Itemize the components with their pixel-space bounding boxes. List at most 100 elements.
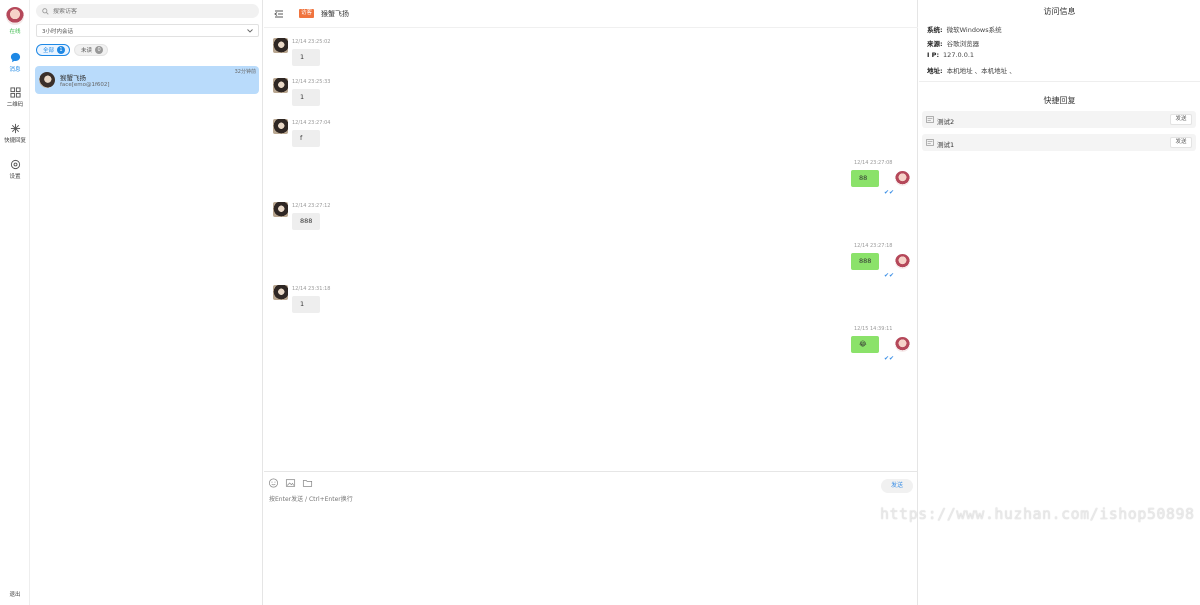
message-incoming: 12/14 23:25:02 1 — [264, 29, 918, 69]
nav-settings-label: 设置 — [9, 174, 21, 180]
session-filter-value: 3小时内会话 — [42, 28, 73, 35]
visitor-avatar — [273, 119, 288, 134]
quick-reply-send-button[interactable]: 发送 — [1170, 137, 1192, 148]
read-check-icon: ✔✔ — [884, 355, 895, 362]
search-icon — [42, 7, 49, 15]
tab-unread-label: 未读 — [81, 48, 93, 54]
session-last-message: face[emo@1f602] — [60, 82, 110, 88]
info-ip-value: 127.0.0.1 — [943, 51, 975, 59]
message-incoming: 12/14 23:31:18 1 — [264, 276, 918, 316]
info-address-value: 本机地址 、本机地址 、 — [946, 67, 1016, 75]
message-time: 12/15 14:39:11 — [854, 326, 893, 332]
emoji-icon[interactable] — [268, 478, 279, 488]
info-system-label: 系统: — [927, 26, 943, 34]
tab-all-label: 全部 — [43, 48, 55, 54]
info-address-label: 地址: — [927, 67, 943, 75]
session-filter-select[interactable]: 3小时内会话 — [36, 24, 259, 37]
nav-messages-label: 消息 — [9, 67, 21, 73]
message-bubble: 888 — [292, 213, 321, 230]
nav-settings[interactable]: 设置 — [0, 159, 30, 180]
message-bubble: 88 — [851, 170, 879, 187]
message-outgoing: 12/14 23:27:18 888 ✔✔ — [264, 233, 918, 281]
quick-reply-item[interactable]: 测试1 发送 — [922, 134, 1196, 151]
message-time: 12/14 23:27:18 — [854, 243, 893, 249]
info-address: 地址: 本机地址 、本机地址 、 — [927, 65, 1016, 75]
nav-quick-reply-label: 快捷回复 — [3, 138, 26, 144]
message-bubble: f — [292, 130, 320, 147]
message-outgoing: 12/14 23:27:08 88 ✔✔ — [264, 150, 918, 198]
session-search — [36, 4, 259, 18]
gear-icon — [10, 159, 20, 170]
message-bubble: 😂 — [851, 336, 879, 353]
message-time: 12/14 23:27:08 — [854, 160, 893, 166]
message-box-icon — [926, 116, 934, 123]
chat-title: 猴蟹飞扬 — [321, 10, 349, 18]
info-system: 系统: 微软Windows系统 — [927, 24, 1002, 34]
online-status: 在线 — [9, 29, 21, 35]
quick-reply-label: 测试2 — [937, 118, 955, 126]
tab-all[interactable]: 全部 1 — [36, 44, 71, 56]
message-bubble: 1 — [292, 49, 320, 66]
agent-avatar — [895, 337, 910, 352]
nav-qrcode[interactable]: 二维码 — [0, 87, 30, 108]
session-tabs: 全部 1 未读 0 — [36, 44, 109, 56]
quick-reply-send-button[interactable]: 发送 — [1170, 114, 1192, 125]
session-panel: 3小时内会话 全部 1 未读 0 猴蟹飞扬 face[emo@1f602] 32… — [31, 0, 263, 605]
info-source-label: 来源: — [927, 40, 943, 48]
message-bubble: 888 — [851, 253, 880, 270]
message-time: 12/14 23:25:33 — [292, 79, 331, 85]
collapse-menu-icon[interactable] — [274, 9, 284, 19]
message-bubble: 1 — [292, 296, 320, 313]
nav-quick-reply[interactable]: 快捷回复 — [0, 123, 30, 144]
send-button[interactable]: 发送 — [881, 479, 913, 493]
tab-unread-count: 0 — [95, 46, 104, 54]
session-time: 32分钟前 — [234, 69, 256, 75]
visit-info-heading: 访问信息 — [1043, 7, 1076, 16]
search-input[interactable] — [53, 7, 243, 15]
customer-service-app: 在线 消息 二维码 快捷回复 设置 退出 3小时内会话 — [0, 0, 1200, 605]
agent-avatar[interactable] — [6, 7, 24, 25]
message-incoming: 12/14 23:25:33 1 — [264, 69, 918, 109]
divider — [919, 81, 1200, 82]
message-time: 12/14 23:27:12 — [292, 203, 331, 209]
visitor-avatar — [273, 38, 288, 53]
agent-avatar — [895, 171, 910, 186]
session-name: 猴蟹飞扬 — [60, 74, 86, 82]
qrcode-grid-icon — [9, 87, 21, 98]
visitor-avatar — [273, 285, 288, 300]
message-outgoing: 12/15 14:39:11 😂 ✔✔ — [264, 316, 918, 364]
message-incoming: 12/14 23:27:12 888 — [264, 193, 918, 233]
message-list: 12/14 23:25:02 1 12/14 23:25:33 1 12/14 … — [264, 29, 918, 471]
chevron-down-icon — [247, 28, 253, 33]
visitor-avatar — [273, 202, 288, 217]
folder-icon[interactable] — [302, 478, 313, 488]
message-bubble: 1 — [292, 89, 320, 106]
message-composer: 发送 — [264, 471, 918, 605]
nav-rail: 在线 消息 二维码 快捷回复 设置 退出 — [0, 0, 30, 605]
chat-panel: 访客 猴蟹飞扬 12/14 23:25:02 1 12/14 23:25:33 … — [264, 0, 918, 605]
visitor-avatar — [273, 78, 288, 93]
info-source: 来源: 谷歌浏览器 — [927, 38, 979, 48]
info-source-value: 谷歌浏览器 — [946, 40, 980, 48]
nav-qrcode-label: 二维码 — [6, 102, 24, 108]
nav-messages[interactable]: 消息 — [0, 52, 30, 73]
info-system-value: 微软Windows系统 — [946, 26, 1002, 34]
tab-all-count: 1 — [57, 46, 66, 54]
session-item[interactable]: 猴蟹飞扬 face[emo@1f602] 32分钟前 — [35, 66, 259, 94]
visitor-badge: 访客 — [299, 9, 315, 18]
tab-unread[interactable]: 未读 0 — [74, 44, 109, 56]
watermark-text: https://www.huzhan.com/ishop50898 — [880, 505, 1195, 523]
sparkle-icon — [10, 123, 20, 134]
quick-reply-item[interactable]: 测试2 发送 — [922, 111, 1196, 128]
image-icon[interactable] — [285, 478, 296, 488]
message-incoming: 12/14 23:27:04 f — [264, 110, 918, 150]
chat-bubble-icon — [10, 52, 20, 63]
info-ip: I P: 127.0.0.1 — [927, 51, 974, 59]
agent-avatar — [895, 254, 910, 269]
message-time: 12/14 23:27:04 — [292, 120, 331, 126]
message-input[interactable] — [269, 494, 869, 574]
logout-button[interactable]: 退出 — [0, 590, 30, 598]
message-box-icon — [926, 139, 934, 146]
info-ip-label: I P: — [927, 51, 940, 59]
quick-reply-label: 测试1 — [937, 141, 955, 149]
